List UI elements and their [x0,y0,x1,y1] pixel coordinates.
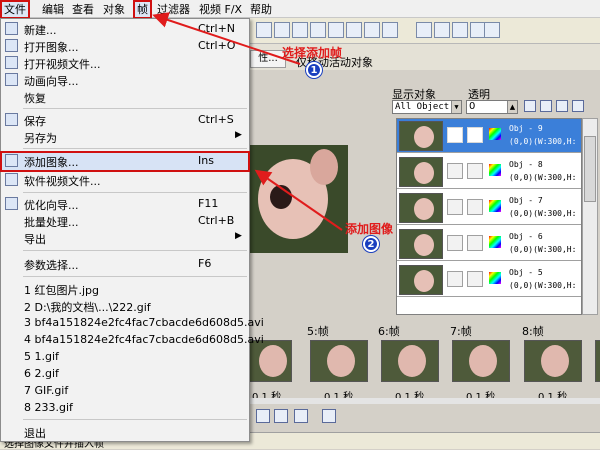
arrow-to-add-image [254,169,343,231]
annotation-arrows [152,12,343,231]
annotation-step1-text: 选择添加帧 [282,46,343,60]
annotation-step2-text: 添加图像 [345,222,394,236]
annotation-step1-badge: 1 [306,62,322,78]
annotation-step2-badge: 2 [363,236,379,252]
arrow-to-frame-menu [152,12,301,65]
